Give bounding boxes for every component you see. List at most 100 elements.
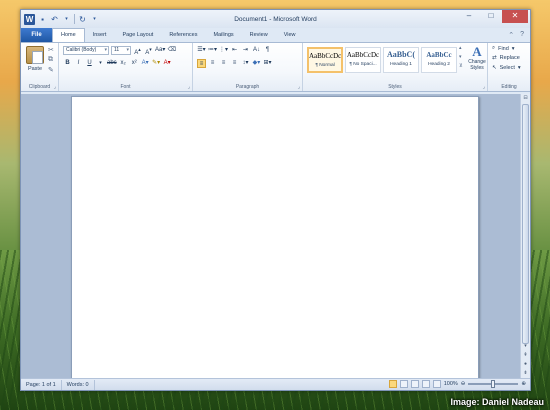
ruler-toggle-icon[interactable]: ⊟	[521, 94, 530, 103]
status-bar: Page: 1 of 1 Words: 0 100% ⊖ ⊕	[21, 378, 530, 390]
style-no-spacing[interactable]: AaBbCcDc ¶ No Spaci...	[345, 47, 381, 73]
align-right-icon[interactable]: ≡	[219, 59, 228, 68]
zoom-out-icon[interactable]: ⊖	[461, 381, 466, 387]
title-bar: W ▪ ↶ ▾ ↻ ▾ Document1 - Microsoft Word –…	[21, 10, 530, 28]
subscript-button[interactable]: x₂	[119, 59, 128, 68]
change-styles-icon: A	[472, 44, 482, 59]
numbering-icon[interactable]: ≔▾	[208, 46, 217, 55]
word-count[interactable]: Words: 0	[62, 379, 95, 390]
highlight-icon[interactable]: ✎▾	[152, 59, 161, 68]
save-icon[interactable]: ▪	[38, 15, 47, 24]
grow-font-icon[interactable]: A▴	[133, 46, 142, 56]
styles-launcher-icon[interactable]: ⌟	[483, 84, 485, 90]
web-layout-view-button[interactable]	[410, 380, 419, 388]
tab-home[interactable]: Home	[52, 28, 85, 42]
select-button[interactable]: ↖ Select ▾	[492, 65, 521, 71]
vertical-scrollbar[interactable]: ⊟ ▴ ▾ ⇞ ● ⇟	[520, 94, 530, 378]
undo-icon[interactable]: ↶	[50, 15, 59, 24]
align-left-icon[interactable]: ≡	[197, 59, 206, 68]
maximize-button[interactable]: □	[480, 10, 502, 23]
cut-icon[interactable]: ✂	[48, 46, 54, 54]
increase-indent-icon[interactable]: ⇥	[241, 46, 250, 55]
full-screen-view-button[interactable]	[399, 380, 408, 388]
text-effects-icon[interactable]: A▾	[141, 59, 150, 68]
paragraph-group: ☰▾ ≔▾ ⋮▾ ⇤ ⇥ A↓ ¶ ≡ ≡ ≡ ≡ ↕▾ ◆▾ ⊞▾ Parag…	[193, 43, 303, 91]
font-color-icon[interactable]: A▾	[163, 59, 172, 68]
close-button[interactable]: ✕	[502, 10, 528, 23]
paste-button[interactable]: Paste	[25, 66, 45, 72]
document-page[interactable]	[71, 96, 479, 378]
previous-page-icon[interactable]: ⇞	[521, 351, 530, 360]
font-launcher-icon[interactable]: ⌟	[188, 84, 190, 90]
style-heading-1[interactable]: AaBbC( Heading 1	[383, 47, 419, 73]
browse-object-icon[interactable]: ●	[521, 360, 530, 369]
copy-icon[interactable]: ⧉	[48, 56, 53, 64]
customize-qat-icon[interactable]: ▾	[90, 15, 99, 24]
shrink-font-icon[interactable]: A▾	[144, 46, 153, 56]
font-name-combo[interactable]: Calibri (Body)	[63, 46, 109, 55]
show-marks-icon[interactable]: ¶	[263, 46, 272, 55]
change-styles-label: Change Styles	[468, 59, 486, 71]
zoom-slider[interactable]	[468, 380, 519, 388]
style-sample: AaBbCc	[426, 51, 452, 59]
clipboard-launcher-icon[interactable]: ⌟	[54, 84, 56, 90]
ribbon: Paste ✂ ⧉ ✎ Clipboard ⌟ Calibri (Body) 1…	[21, 42, 530, 92]
line-spacing-icon[interactable]: ↕▾	[241, 59, 250, 68]
shading-icon[interactable]: ◆▾	[252, 59, 261, 68]
redo-icon[interactable]: ↻	[78, 15, 87, 24]
tab-review[interactable]: Review	[242, 29, 276, 42]
styles-scroll-up-icon[interactable]: ▴	[459, 45, 462, 51]
help-icon[interactable]: ?	[520, 31, 524, 39]
underline-dropdown-icon[interactable]: ▾	[96, 59, 105, 68]
tab-insert[interactable]: Insert	[85, 29, 115, 42]
editing-group: ⌕ Find ▾ ⇄ Replace ↖ Select ▾ Editing	[488, 43, 530, 91]
next-page-icon[interactable]: ⇟	[521, 369, 530, 378]
tab-file[interactable]: File	[21, 28, 52, 42]
outline-view-button[interactable]	[421, 380, 430, 388]
paste-icon[interactable]	[26, 46, 44, 64]
font-size-combo[interactable]: 11	[111, 46, 131, 55]
multilevel-list-icon[interactable]: ⋮▾	[219, 46, 228, 55]
paragraph-launcher-icon[interactable]: ⌟	[298, 84, 300, 90]
find-button[interactable]: ⌕ Find ▾	[492, 45, 515, 52]
borders-icon[interactable]: ⊞▾	[263, 59, 272, 68]
page-count[interactable]: Page: 1 of 1	[21, 379, 62, 390]
tab-view[interactable]: View	[276, 29, 304, 42]
draft-view-button[interactable]	[432, 380, 441, 388]
format-painter-icon[interactable]: ✎	[48, 66, 54, 74]
style-heading-2[interactable]: AaBbCc Heading 2	[421, 47, 457, 73]
scroll-thumb[interactable]	[522, 104, 529, 344]
zoom-in-icon[interactable]: ⊕	[521, 381, 526, 387]
italic-button[interactable]: I	[74, 59, 83, 68]
justify-icon[interactable]: ≡	[230, 59, 239, 68]
align-center-icon[interactable]: ≡	[208, 59, 217, 68]
style-name: ¶ No Spaci...	[349, 62, 377, 67]
styles-scroll-down-icon[interactable]: ▾	[459, 54, 462, 60]
scroll-down-icon[interactable]: ▾	[521, 342, 530, 351]
bold-button[interactable]: B	[63, 59, 72, 68]
decrease-indent-icon[interactable]: ⇤	[230, 46, 239, 55]
superscript-button[interactable]: x²	[130, 59, 139, 68]
sort-icon[interactable]: A↓	[252, 46, 261, 55]
zoom-level[interactable]: 100%	[444, 381, 458, 387]
print-layout-view-button[interactable]	[388, 380, 397, 388]
word-logo-icon[interactable]: W	[24, 13, 35, 25]
clear-formatting-icon[interactable]: ⌫	[167, 46, 176, 55]
underline-button[interactable]: U	[85, 59, 94, 68]
bullets-icon[interactable]: ☰▾	[197, 46, 206, 55]
styles-more-icon[interactable]: ⊻	[459, 63, 463, 69]
undo-dropdown-icon[interactable]: ▾	[62, 15, 71, 24]
zoom-slider-knob[interactable]	[491, 380, 496, 388]
strikethrough-button[interactable]: abc	[107, 59, 117, 68]
tab-mailings[interactable]: Mailings	[205, 29, 241, 42]
tab-page-layout[interactable]: Page Layout	[114, 29, 161, 42]
change-styles-button[interactable]: A Change Styles	[465, 44, 489, 72]
style-normal[interactable]: AaBbCcDc ¶ Normal	[307, 47, 343, 73]
replace-button[interactable]: ⇄ Replace	[492, 55, 520, 61]
editing-label: Editing	[501, 84, 517, 90]
change-case-icon[interactable]: Aa▾	[155, 46, 165, 55]
minimize-ribbon-icon[interactable]: ⌃	[508, 31, 514, 39]
minimize-button[interactable]: –	[458, 10, 480, 23]
find-label: Find	[498, 45, 509, 52]
tab-references[interactable]: References	[161, 29, 205, 42]
